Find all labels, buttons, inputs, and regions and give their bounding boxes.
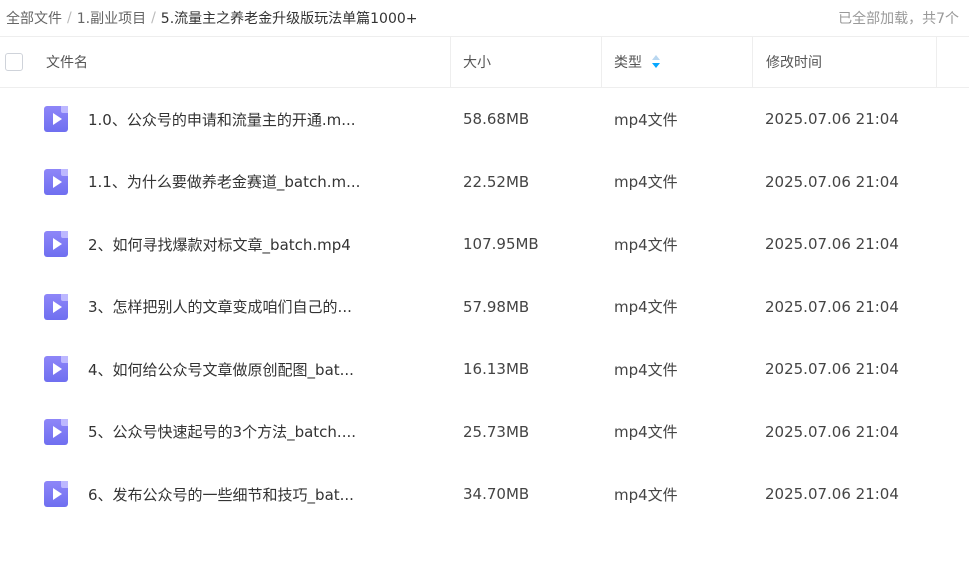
- column-divider[interactable]: [601, 37, 602, 87]
- top-bar: 全部文件 / 1.副业项目 / 5.流量主之养老金升级版玩法单篇1000+ 已全…: [0, 0, 969, 36]
- file-list: 1.0、公众号的申请和流量主的开通.m... 58.68MB mp4文件 202…: [0, 88, 969, 526]
- breadcrumb-item-current-folder: 5.流量主之养老金升级版玩法单篇1000+: [160, 11, 418, 27]
- file-size: 16.13MB: [463, 360, 530, 379]
- file-type: mp4文件: [614, 360, 678, 379]
- file-type: mp4文件: [614, 235, 678, 254]
- column-header-modified[interactable]: 修改时间: [766, 37, 822, 87]
- table-row[interactable]: 5、公众号快速起号的3个方法_batch.... 25.73MB mp4文件 2…: [0, 401, 969, 464]
- file-modified: 2025.07.06 21:04: [765, 360, 899, 379]
- file-modified: 2025.07.06 21:04: [765, 422, 899, 441]
- video-file-icon: [44, 293, 68, 320]
- video-file-icon: [44, 418, 68, 445]
- file-name[interactable]: 2、如何寻找爆款对标文章_batch.mp4: [88, 213, 351, 276]
- file-name[interactable]: 5、公众号快速起号的3个方法_batch....: [88, 401, 356, 464]
- file-name[interactable]: 1.1、为什么要做养老金赛道_batch.m...: [88, 151, 360, 214]
- file-size: 22.52MB: [463, 172, 530, 191]
- file-modified: 2025.07.06 21:04: [765, 172, 899, 191]
- file-size: 57.98MB: [463, 297, 530, 316]
- table-row[interactable]: 1.1、为什么要做养老金赛道_batch.m... 22.52MB mp4文件 …: [0, 151, 969, 214]
- file-type: mp4文件: [614, 110, 678, 129]
- table-row[interactable]: 6、发布公众号的一些细节和技巧_bat... 34.70MB mp4文件 202…: [0, 463, 969, 526]
- breadcrumb-separator: /: [151, 10, 156, 26]
- file-modified: 2025.07.06 21:04: [765, 235, 899, 254]
- column-divider[interactable]: [450, 37, 451, 87]
- file-size: 58.68MB: [463, 110, 530, 129]
- table-row[interactable]: 1.0、公众号的申请和流量主的开通.m... 58.68MB mp4文件 202…: [0, 88, 969, 151]
- file-size: 25.73MB: [463, 422, 530, 441]
- file-type: mp4文件: [614, 173, 678, 192]
- video-file-icon: [44, 106, 68, 132]
- file-size: 107.95MB: [463, 235, 539, 254]
- file-type: mp4文件: [614, 485, 678, 504]
- file-modified: 2025.07.06 21:04: [765, 297, 899, 316]
- video-file-icon: [44, 481, 68, 507]
- file-name[interactable]: 4、如何给公众号文章做原创配图_bat...: [88, 338, 354, 401]
- sort-arrows-icon[interactable]: [652, 55, 660, 69]
- breadcrumb-item-side-projects[interactable]: 1.副业项目: [77, 8, 146, 28]
- table-header: 文件名 大小 类型 修改时间: [0, 36, 969, 88]
- file-name[interactable]: 3、怎样把别人的文章变成咱们自己的...: [88, 276, 352, 339]
- video-file-icon: [44, 356, 68, 382]
- file-name[interactable]: 6、发布公众号的一些细节和技巧_bat...: [88, 463, 354, 526]
- video-file-icon: [44, 168, 68, 195]
- column-header-type-label: 类型: [614, 55, 642, 71]
- breadcrumb: 全部文件 / 1.副业项目 / 5.流量主之养老金升级版玩法单篇1000+: [6, 8, 418, 28]
- breadcrumb-item-all-files[interactable]: 全部文件: [6, 8, 62, 28]
- column-divider[interactable]: [936, 37, 937, 87]
- breadcrumb-separator: /: [67, 10, 72, 26]
- file-modified: 2025.07.06 21:04: [765, 110, 899, 129]
- table-row[interactable]: 2、如何寻找爆款对标文章_batch.mp4 107.95MB mp4文件 20…: [0, 213, 969, 276]
- file-type: mp4文件: [614, 298, 678, 317]
- file-type: mp4文件: [614, 423, 678, 442]
- column-header-name[interactable]: 文件名: [46, 37, 88, 87]
- column-header-size[interactable]: 大小: [463, 37, 491, 87]
- table-row[interactable]: 4、如何给公众号文章做原创配图_bat... 16.13MB mp4文件 202…: [0, 338, 969, 401]
- file-size: 34.70MB: [463, 485, 530, 504]
- select-all-checkbox[interactable]: [5, 53, 23, 71]
- column-divider[interactable]: [752, 37, 753, 87]
- column-header-type[interactable]: 类型: [614, 37, 660, 87]
- table-row[interactable]: 3、怎样把别人的文章变成咱们自己的... 57.98MB mp4文件 2025.…: [0, 276, 969, 339]
- file-name[interactable]: 1.0、公众号的申请和流量主的开通.m...: [88, 88, 356, 151]
- file-modified: 2025.07.06 21:04: [765, 485, 899, 504]
- load-status: 已全部加载，共7个: [838, 11, 959, 27]
- video-file-icon: [44, 231, 68, 257]
